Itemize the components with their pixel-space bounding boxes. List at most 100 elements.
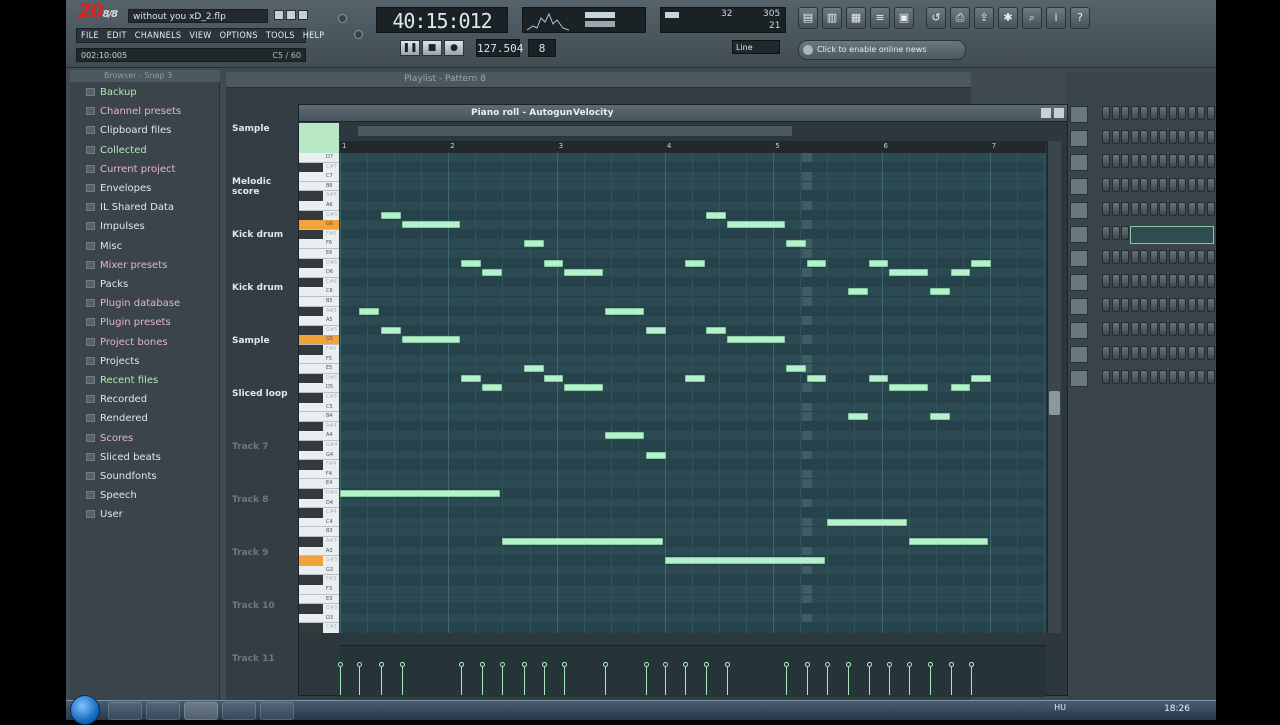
step-button[interactable] — [1130, 346, 1139, 360]
note-grid[interactable] — [340, 153, 1046, 633]
step-button[interactable] — [1130, 106, 1139, 120]
velocity-handle[interactable] — [379, 662, 385, 667]
stop-button[interactable]: ■ — [422, 40, 442, 56]
step-button[interactable] — [1206, 250, 1215, 264]
tempo-display[interactable]: 127.504 — [476, 39, 523, 57]
vertical-scrollbar[interactable] — [1047, 141, 1061, 633]
step-button[interactable] — [1159, 178, 1167, 192]
playlist-track[interactable]: Track 10 — [228, 597, 298, 650]
step-button[interactable] — [1121, 346, 1129, 360]
black-key[interactable] — [299, 277, 323, 288]
step-button[interactable] — [1111, 370, 1120, 384]
velocity-bar[interactable] — [461, 665, 463, 695]
step-button[interactable] — [1149, 250, 1158, 264]
velocity-bar[interactable] — [564, 665, 566, 695]
note[interactable] — [950, 384, 971, 392]
browser-item[interactable]: Soundfonts — [82, 468, 218, 485]
record-button[interactable]: ● — [444, 40, 464, 56]
velocity-handle[interactable] — [784, 662, 790, 667]
black-key[interactable] — [299, 229, 323, 240]
black-key[interactable] — [299, 537, 323, 547]
browser-item[interactable]: Backup — [82, 84, 218, 101]
black-key[interactable] — [299, 345, 323, 355]
step-button[interactable] — [1121, 154, 1129, 168]
velocity-bar[interactable] — [340, 665, 341, 695]
pause-button[interactable]: ❚❚ — [400, 40, 420, 56]
step-button[interactable] — [1121, 322, 1129, 336]
step-button[interactable] — [1206, 130, 1215, 144]
menu-channels[interactable]: CHANNELS — [131, 29, 186, 42]
step-button[interactable] — [1197, 298, 1205, 312]
browser-item[interactable]: Impulses — [82, 218, 218, 235]
playlist-icon[interactable]: ▦ — [846, 7, 866, 29]
snap-selector[interactable]: Line — [732, 40, 780, 54]
note[interactable] — [605, 432, 645, 440]
note[interactable] — [706, 211, 726, 219]
velocity-handle[interactable] — [522, 662, 528, 667]
channel-button[interactable] — [1070, 226, 1088, 243]
system-clock[interactable]: 18:26 — [1164, 704, 1190, 714]
step-button[interactable] — [1168, 346, 1177, 360]
step-button[interactable] — [1149, 106, 1158, 120]
step-button[interactable] — [1111, 130, 1120, 144]
velocity-selector[interactable]: Velocity — [573, 108, 613, 118]
save-icon[interactable]: ⎙ — [950, 7, 970, 29]
note[interactable] — [930, 288, 950, 296]
playlist-track[interactable]: Melodic score — [228, 173, 298, 226]
step-button[interactable] — [1121, 226, 1129, 240]
note[interactable] — [889, 269, 929, 277]
step-button[interactable] — [1102, 226, 1110, 240]
browser-item[interactable]: Collected — [82, 142, 218, 159]
channel-button[interactable] — [1070, 202, 1088, 219]
note[interactable] — [461, 259, 481, 267]
step-button[interactable] — [1197, 154, 1205, 168]
browser-item[interactable]: Scores — [82, 430, 218, 447]
menu-edit[interactable]: EDIT — [103, 29, 131, 42]
velocity-handle[interactable] — [906, 662, 912, 667]
step-button[interactable] — [1159, 346, 1167, 360]
browser-item[interactable]: Recorded — [82, 391, 218, 408]
step-button[interactable] — [1102, 370, 1110, 384]
pattern-selector[interactable]: 8 — [528, 39, 556, 57]
step-button[interactable] — [1197, 346, 1205, 360]
velocity-handle[interactable] — [459, 662, 465, 667]
menu-file[interactable]: FILE — [77, 29, 103, 42]
note[interactable] — [605, 307, 645, 315]
browser-item[interactable]: Current project — [82, 161, 218, 178]
browser-item[interactable]: Misc — [82, 238, 218, 255]
step-button[interactable] — [1178, 370, 1186, 384]
velocity-bar[interactable] — [786, 665, 788, 695]
master-volume-knob[interactable] — [338, 14, 347, 23]
black-key[interactable] — [299, 306, 323, 317]
step-button[interactable] — [1102, 298, 1110, 312]
channel-button[interactable] — [1070, 298, 1088, 315]
note[interactable] — [971, 374, 992, 382]
velocity-handle[interactable] — [479, 662, 485, 667]
note[interactable] — [868, 374, 889, 382]
browser-item[interactable]: Project bones — [82, 334, 218, 351]
note[interactable] — [847, 413, 868, 421]
step-button[interactable] — [1149, 202, 1158, 216]
velocity-handle[interactable] — [724, 662, 730, 667]
velocity-handle[interactable] — [969, 662, 975, 667]
step-button[interactable] — [1197, 322, 1205, 336]
step-button[interactable] — [1178, 202, 1186, 216]
step-button[interactable] — [1102, 322, 1110, 336]
note[interactable] — [646, 451, 667, 459]
black-key[interactable] — [299, 421, 323, 432]
browser-item[interactable]: Packs — [82, 276, 218, 293]
step-button[interactable] — [1149, 322, 1158, 336]
velocity-bar[interactable] — [726, 665, 728, 695]
master-pitch-knob[interactable] — [354, 30, 363, 39]
pr-close-button[interactable] — [1054, 108, 1064, 118]
step-button[interactable] — [1149, 274, 1158, 288]
browser-item[interactable]: Plugin presets — [82, 314, 218, 331]
note[interactable] — [786, 240, 806, 248]
velocity-handle[interactable] — [804, 662, 810, 667]
step-button[interactable] — [1187, 250, 1196, 264]
channel-button[interactable] — [1070, 274, 1088, 291]
step-button[interactable] — [1102, 202, 1110, 216]
note[interactable] — [646, 326, 667, 334]
playlist-track[interactable]: Sliced loop — [228, 385, 298, 438]
step-button[interactable] — [1140, 250, 1148, 264]
